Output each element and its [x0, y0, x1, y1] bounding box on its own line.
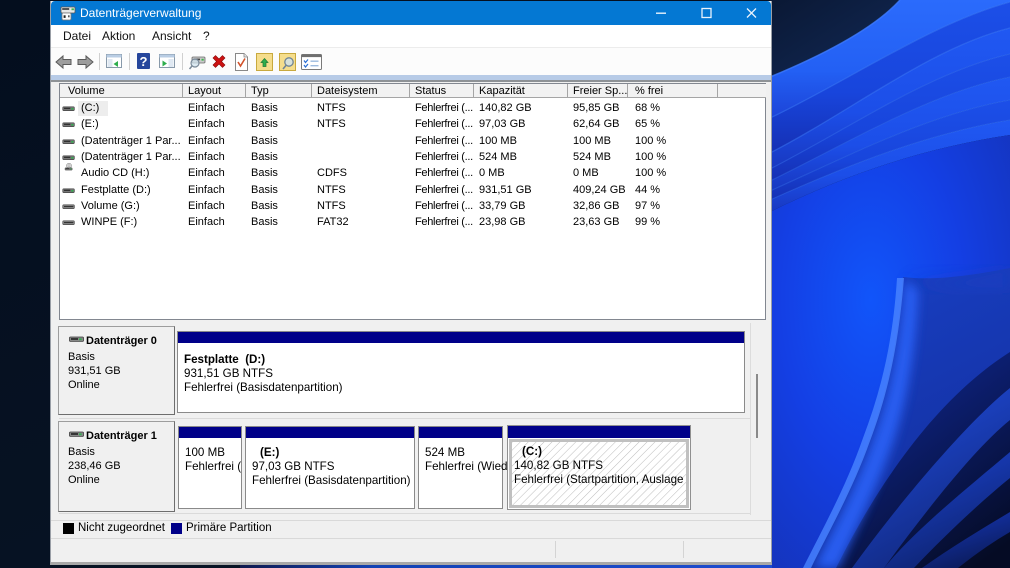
- svg-text:?: ?: [140, 54, 148, 69]
